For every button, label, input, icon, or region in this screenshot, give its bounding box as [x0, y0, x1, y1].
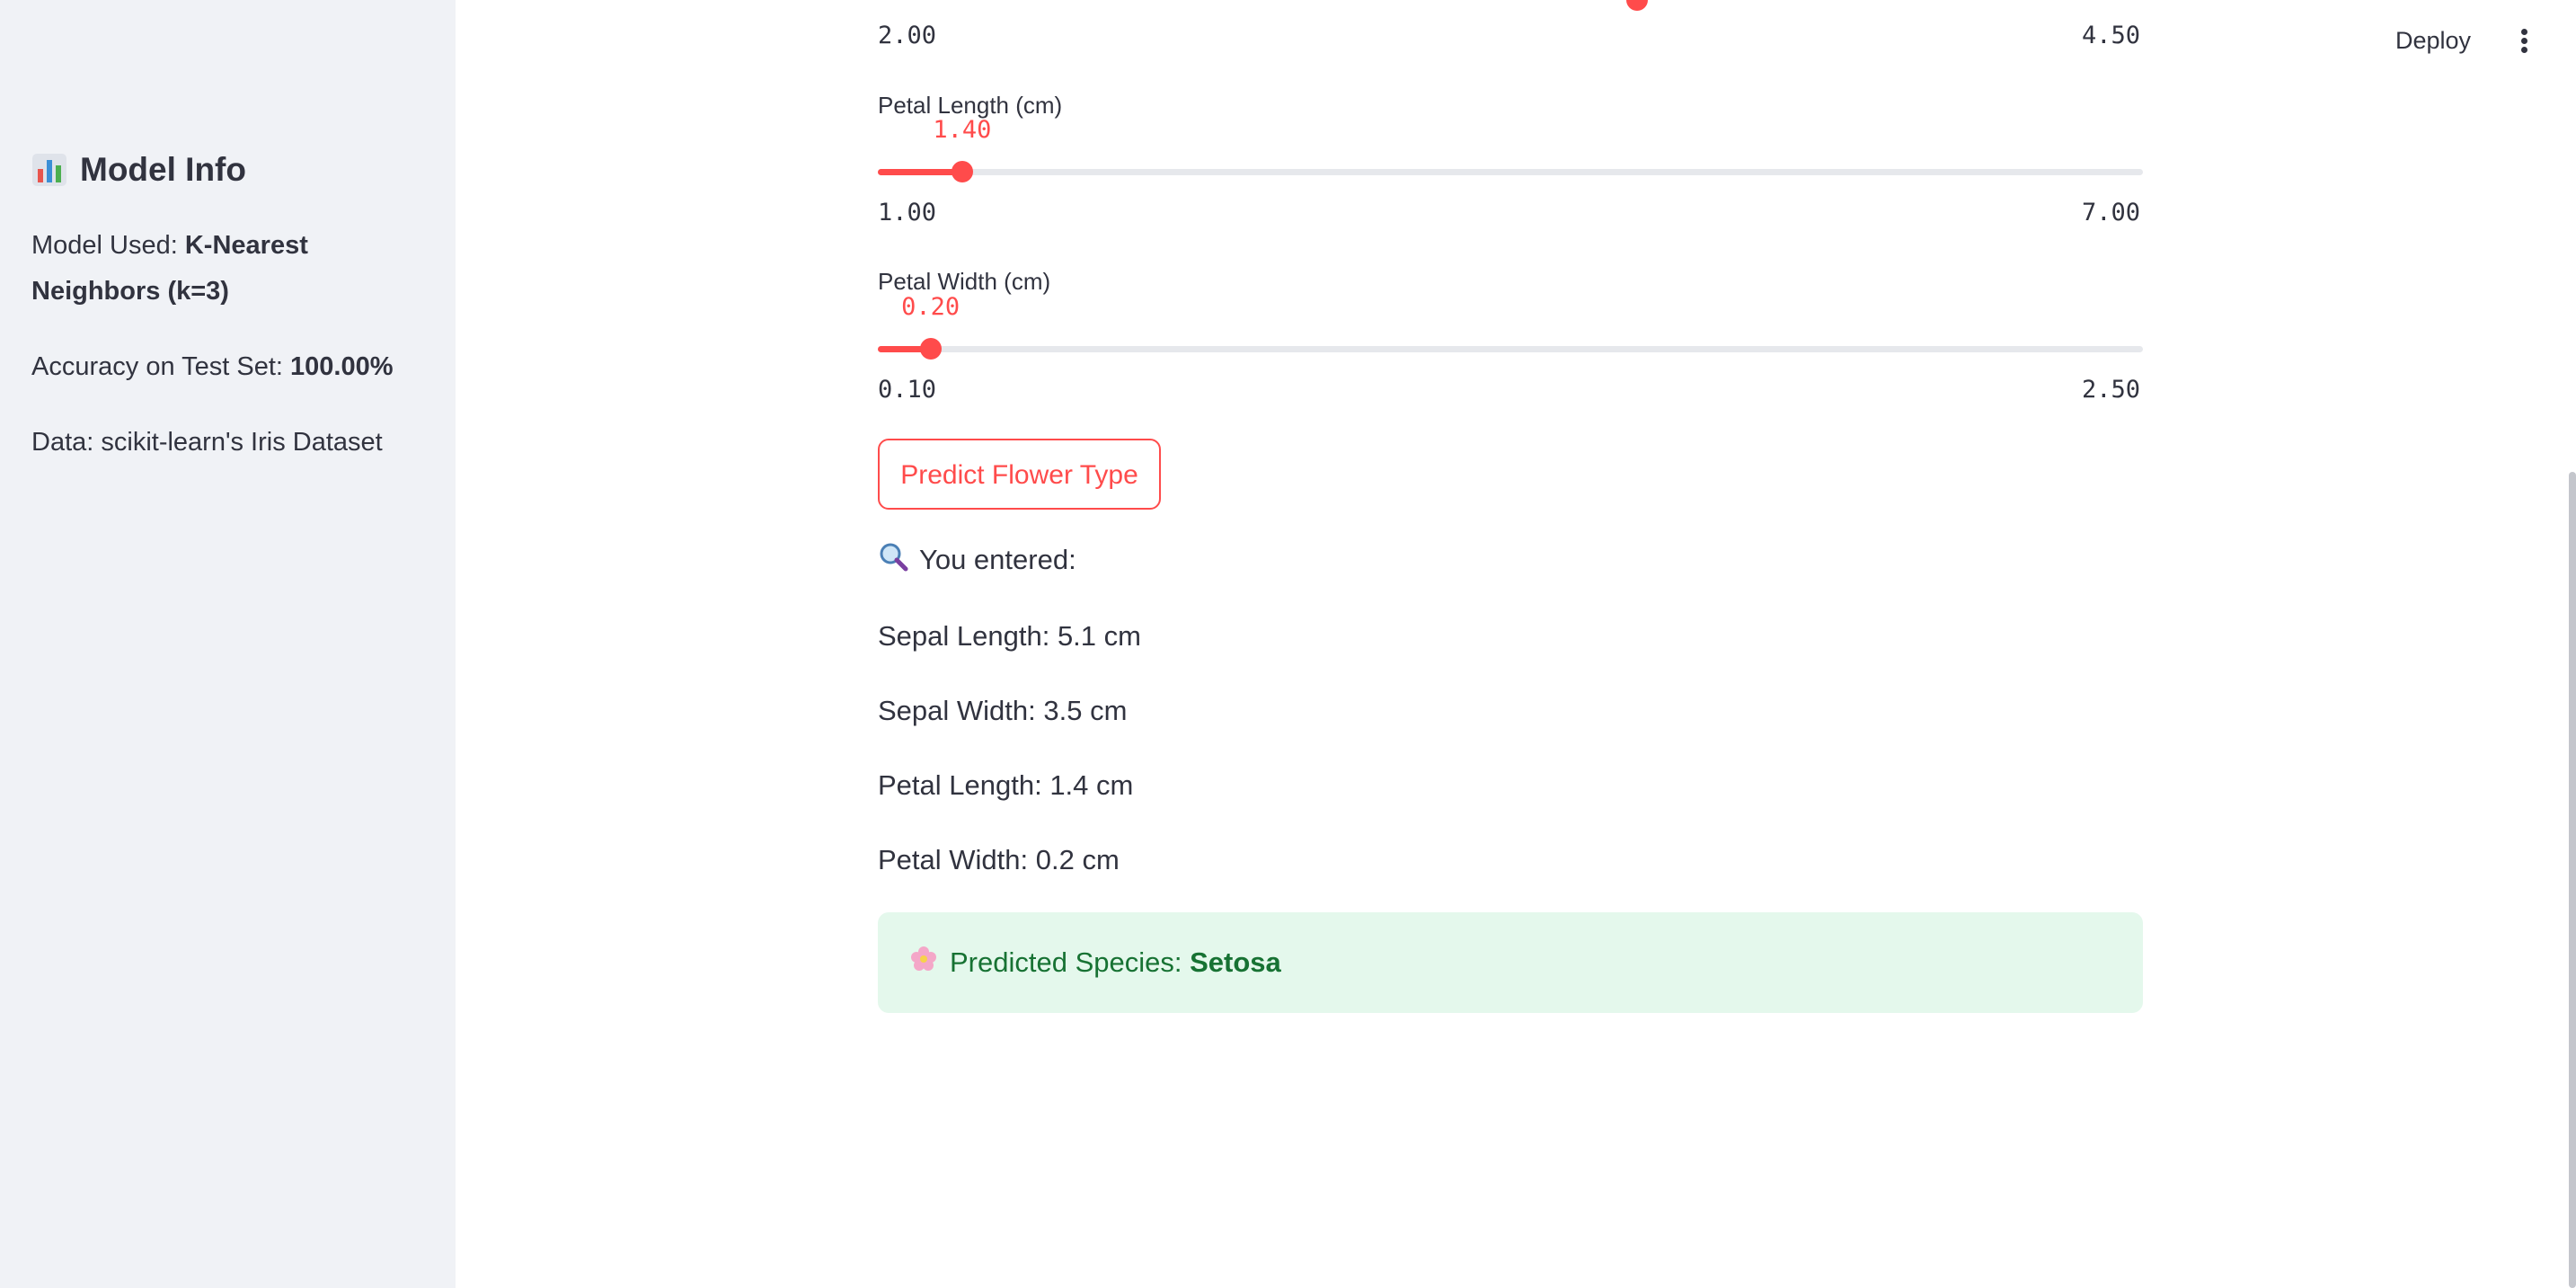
sidebar: Model Info Model Used: K-Nearest Neighbo… [0, 0, 456, 1288]
entered-heading: You entered: [878, 541, 1076, 579]
flower-icon [910, 946, 937, 980]
accuracy-label: Accuracy on Test Set: [31, 352, 290, 381]
deploy-button[interactable]: Deploy [2385, 20, 2482, 61]
model-used-value-line2: Neighbors (k=3) [31, 277, 229, 306]
entered-heading-text: You entered: [919, 544, 1076, 575]
kebab-menu-icon[interactable] [2510, 22, 2537, 59]
accuracy-value: 100.00% [290, 352, 394, 381]
predicted-species: Setosa [1190, 946, 1281, 978]
sepal-width-min-label: 2.00 [878, 22, 937, 49]
model-used-label: Model Used: [31, 231, 185, 260]
sidebar-title-text: Model Info [80, 151, 246, 188]
petal-width-slider[interactable]: 0.20 [878, 293, 2143, 367]
bar-chart-icon [31, 153, 67, 187]
entered-petal-length: Petal Length: 1.4 cm [878, 769, 1134, 801]
data-source-text: Data: scikit-learn's Iris Dataset [31, 428, 383, 457]
petal-length-slider-track[interactable] [878, 169, 2143, 175]
petal-width-slider-track[interactable] [878, 346, 2143, 352]
model-used-text: Model Used: K-Nearest Neighbors (k=3) [31, 223, 427, 315]
sepal-width-slider[interactable] [878, 0, 2143, 18]
petal-length-min-label: 1.00 [878, 199, 937, 227]
sepal-width-max-label: 4.50 [2082, 22, 2141, 49]
page-scrollbar-thumb[interactable] [2569, 472, 2576, 1288]
petal-width-label: Petal Width (cm) [878, 268, 1051, 295]
petal-width-value: 0.20 [901, 293, 960, 321]
sidebar-title: Model Info [31, 151, 246, 189]
accuracy-text: Accuracy on Test Set: 100.00% [31, 344, 427, 390]
prediction-result-alert: Predicted Species: Setosa [878, 912, 2143, 1013]
entered-petal-width: Petal Width: 0.2 cm [878, 844, 1120, 875]
entered-sepal-length: Sepal Length: 5.1 cm [878, 620, 1141, 652]
petal-width-min-label: 0.10 [878, 376, 937, 404]
magnifier-icon [878, 541, 908, 579]
sepal-width-slider-thumb[interactable] [1625, 0, 1648, 11]
model-used-value-line1: K-Nearest [184, 231, 308, 260]
predict-flower-type-button[interactable]: Predict Flower Type [878, 439, 1161, 510]
entered-sepal-width: Sepal Width: 3.5 cm [878, 695, 1128, 726]
petal-length-value: 1.40 [933, 116, 992, 144]
petal-length-slider[interactable]: 1.40 [878, 116, 2143, 190]
petal-width-max-label: 2.50 [2082, 376, 2141, 404]
petal-width-slider-thumb[interactable] [919, 338, 942, 360]
petal-length-slider-fill [878, 169, 962, 175]
prediction-label: Predicted Species: [950, 946, 1191, 978]
petal-length-max-label: 7.00 [2082, 199, 2141, 227]
petal-length-slider-thumb[interactable] [951, 161, 973, 182]
